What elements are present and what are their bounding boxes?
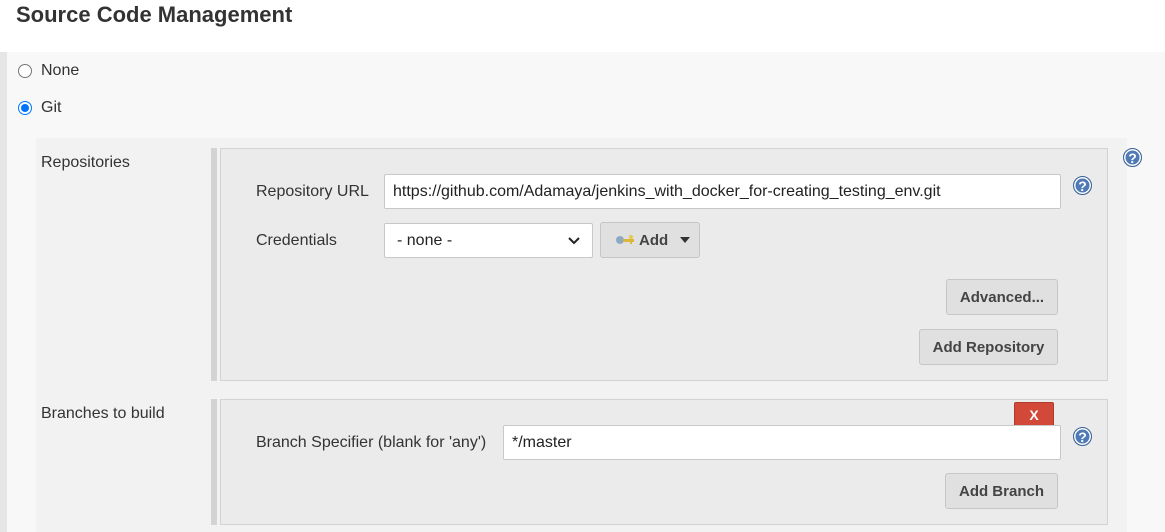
repository-url-help-icon[interactable]: ? <box>1073 176 1092 195</box>
git-help-icon[interactable]: ? <box>1123 148 1142 167</box>
radio-git-label: Git <box>41 99 62 116</box>
scm-radio-area <box>7 52 1165 126</box>
branch-specifier-label: Branch Specifier (blank for 'any') <box>256 434 487 451</box>
delete-branch-button[interactable]: X <box>1014 402 1054 427</box>
left-stripe <box>0 52 7 532</box>
repository-url-input[interactable]: https://github.com/Adamaya/jenkins_with_… <box>384 174 1061 209</box>
add-credentials-label: Add <box>639 231 669 249</box>
radio-git[interactable]: Git <box>18 99 61 117</box>
repositories-label: Repositories <box>41 154 130 171</box>
caret-down-icon <box>680 237 691 243</box>
branch-specifier-input[interactable]: */master <box>503 425 1061 460</box>
branches-block-bar <box>211 399 217 525</box>
add-branch-button[interactable]: Add Branch <box>945 473 1058 509</box>
key-icon <box>615 234 635 246</box>
radio-none-input[interactable] <box>18 64 32 78</box>
repositories-block-bar <box>211 148 217 381</box>
radio-none-label: None <box>41 62 80 79</box>
radio-none[interactable]: None <box>18 62 79 80</box>
branch-specifier-help-icon[interactable]: ? <box>1073 427 1092 446</box>
chevron-down-icon <box>568 232 580 250</box>
add-repository-button[interactable]: Add Repository <box>919 329 1058 365</box>
credentials-label: Credentials <box>256 232 337 249</box>
advanced-button[interactable]: Advanced... <box>946 279 1058 315</box>
credentials-selected: - none - <box>397 231 453 249</box>
branches-label: Branches to build <box>41 405 165 422</box>
repository-url-label: Repository URL <box>256 183 369 200</box>
add-credentials-button[interactable]: Add <box>600 222 700 258</box>
section-title: Source Code Management <box>16 2 293 27</box>
credentials-select[interactable]: - none - <box>384 223 593 258</box>
radio-git-input[interactable] <box>18 101 32 115</box>
